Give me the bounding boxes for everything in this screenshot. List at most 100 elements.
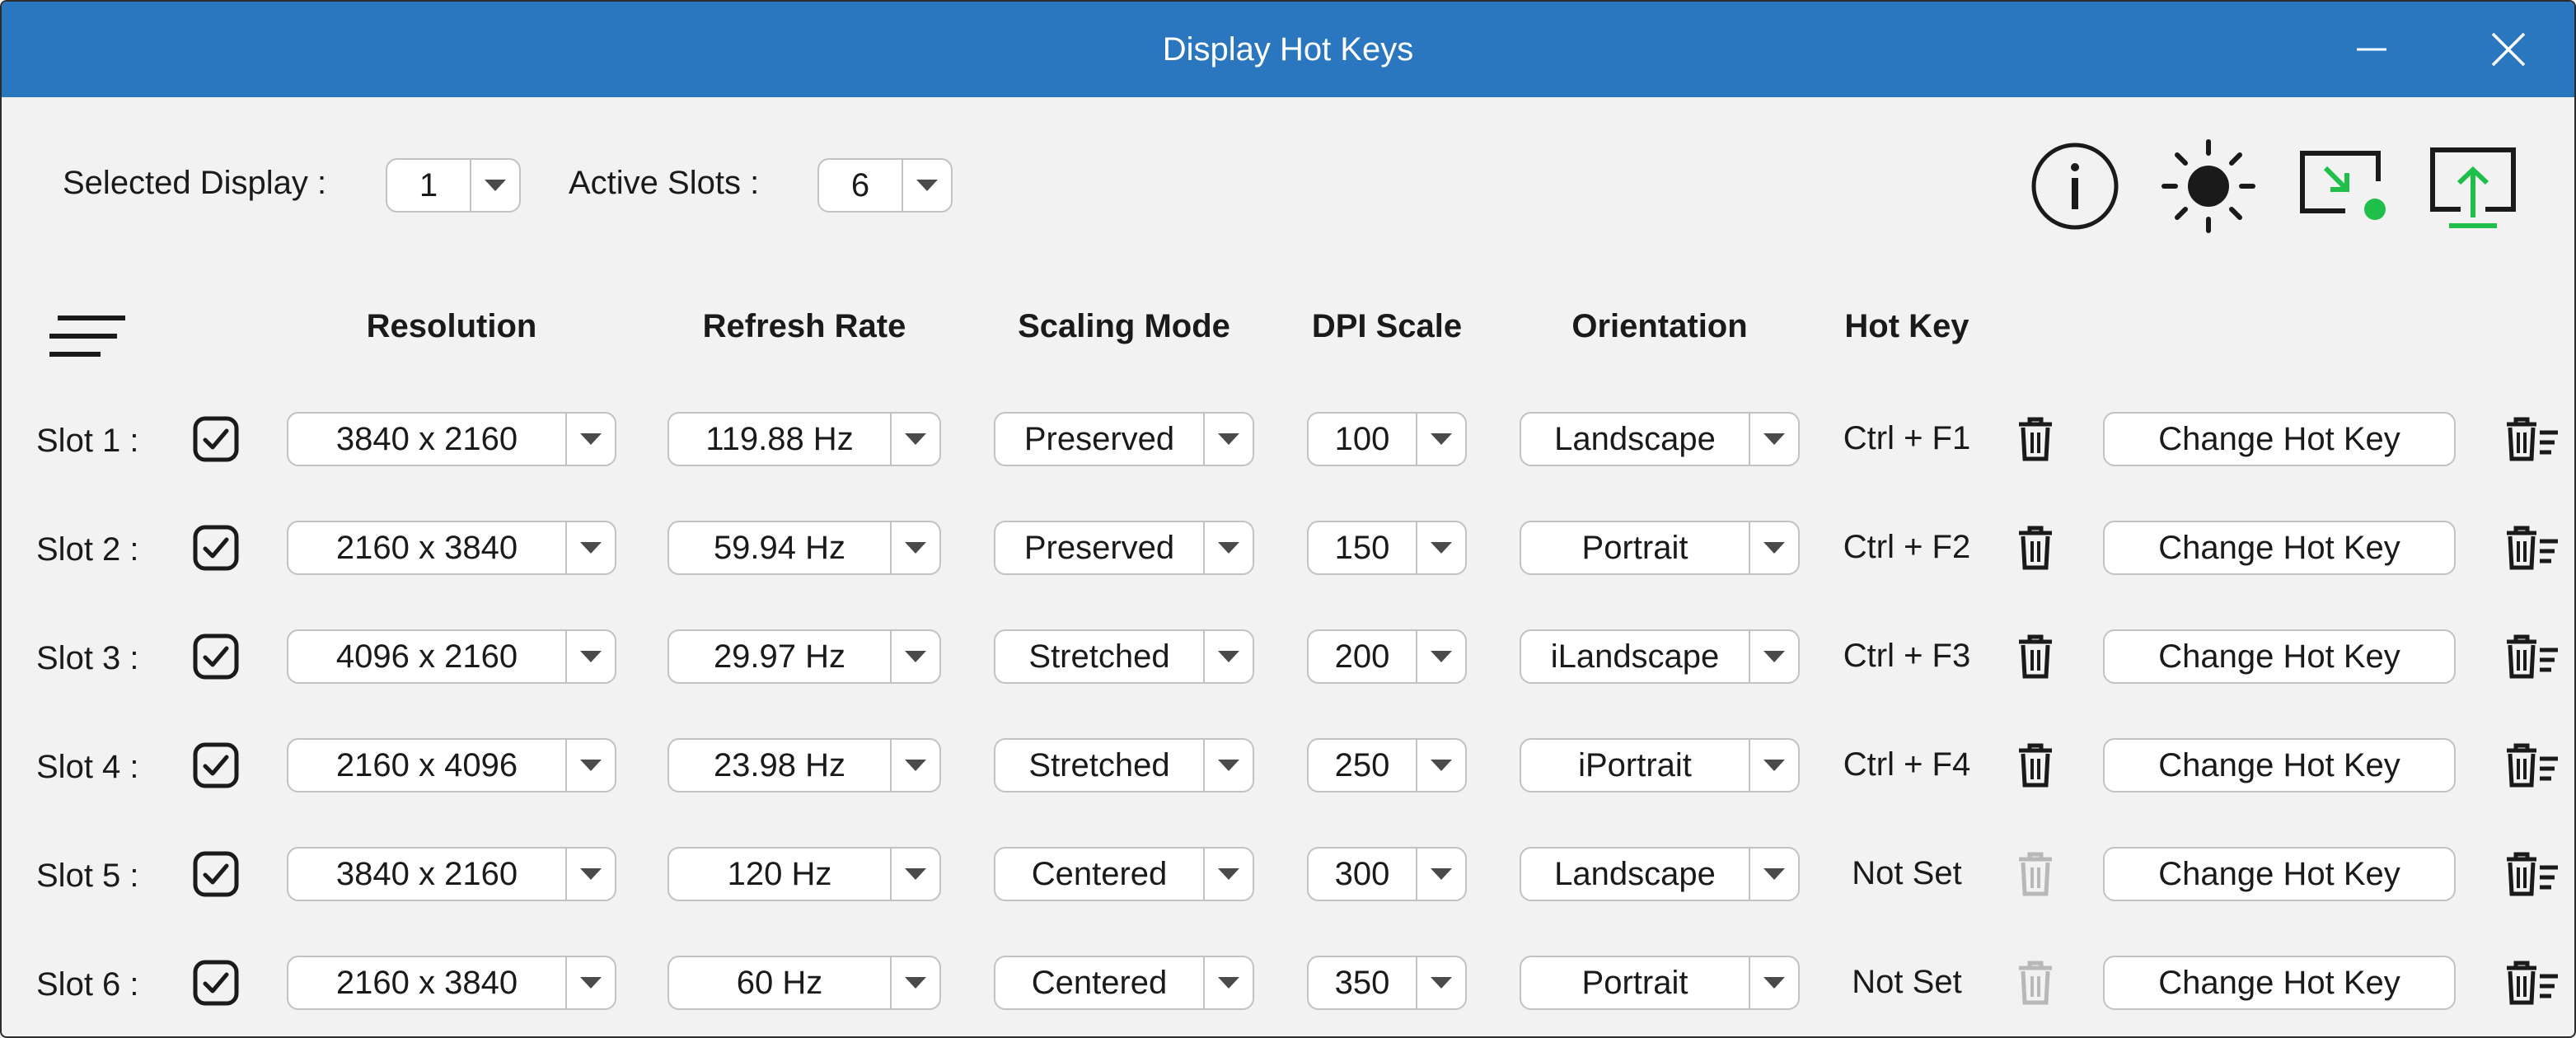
menu-icon[interactable] [46, 313, 129, 362]
chevron-down-icon[interactable] [890, 740, 939, 791]
minimize-button[interactable] [2342, 20, 2401, 79]
orientation-select[interactable]: iPortrait [1520, 738, 1800, 793]
slot-enabled-checkbox[interactable] [193, 525, 239, 571]
orientation-select[interactable]: iLandscape [1520, 629, 1800, 684]
clear-slot-icon[interactable] [2505, 742, 2560, 788]
info-icon[interactable] [2030, 142, 2119, 231]
chevron-down-icon[interactable] [1416, 522, 1465, 573]
chevron-down-icon[interactable] [1749, 414, 1798, 465]
scaling-mode-select-value: Centered [1031, 964, 1168, 1001]
refresh-rate-select[interactable]: 23.98 Hz [667, 738, 941, 793]
refresh-rate-select-value: 59.94 Hz [713, 529, 846, 566]
orientation-select[interactable]: Landscape [1520, 412, 1800, 466]
chevron-down-icon[interactable] [1749, 957, 1798, 1008]
change-hot-key-button[interactable]: Change Hot Key [2103, 412, 2456, 466]
chevron-down-icon[interactable] [1203, 957, 1253, 1008]
orientation-select[interactable]: Portrait [1520, 956, 1800, 1010]
chevron-down-icon[interactable] [1203, 849, 1253, 900]
resolution-select[interactable]: 2160 x 4096 [287, 738, 616, 793]
clear-hot-key-icon[interactable] [2016, 525, 2055, 571]
chevron-down-icon[interactable] [1416, 740, 1465, 791]
clear-slot-icon[interactable] [2505, 960, 2560, 1006]
change-hot-key-button[interactable]: Change Hot Key [2103, 847, 2456, 901]
resolution-select-value: 2160 x 3840 [335, 964, 518, 1001]
display-export-icon[interactable] [2428, 145, 2518, 231]
clear-slot-icon[interactable] [2505, 525, 2560, 571]
chevron-down-icon[interactable] [565, 849, 615, 900]
chevron-down-icon[interactable] [1416, 631, 1465, 682]
scaling-mode-select[interactable]: Stretched [994, 629, 1254, 684]
chevron-down-icon[interactable] [565, 740, 615, 791]
chevron-down-icon[interactable] [565, 631, 615, 682]
scaling-mode-select[interactable]: Preserved [994, 521, 1254, 575]
refresh-rate-select[interactable]: 120 Hz [667, 847, 941, 901]
chevron-down-icon[interactable] [565, 522, 615, 573]
clear-hot-key-icon[interactable] [2016, 742, 2055, 788]
change-hot-key-button[interactable]: Change Hot Key [2103, 521, 2456, 575]
chevron-down-icon[interactable] [890, 414, 939, 465]
chevron-down-icon[interactable] [565, 414, 615, 465]
chevron-down-icon[interactable] [890, 522, 939, 573]
scaling-mode-select[interactable]: Centered [994, 956, 1254, 1010]
dpi-scale-select[interactable]: 150 [1307, 521, 1467, 575]
close-button[interactable] [2479, 20, 2538, 79]
slot-enabled-checkbox[interactable] [193, 634, 239, 680]
brightness-icon[interactable] [2161, 138, 2256, 234]
orientation-select[interactable]: Landscape [1520, 847, 1800, 901]
display-apply-icon[interactable] [2296, 147, 2388, 226]
chevron-down-icon[interactable] [890, 957, 939, 1008]
chevron-down-icon[interactable] [1203, 631, 1253, 682]
slot-enabled-checkbox[interactable] [193, 960, 239, 1006]
dpi-scale-select[interactable]: 250 [1307, 738, 1467, 793]
resolution-select[interactable]: 4096 x 2160 [287, 629, 616, 684]
scaling-mode-select[interactable]: Centered [994, 847, 1254, 901]
refresh-rate-select[interactable]: 119.88 Hz [667, 412, 941, 466]
orientation-select[interactable]: Portrait [1520, 521, 1800, 575]
chevron-down-icon[interactable] [1203, 522, 1253, 573]
chevron-down-icon[interactable] [1749, 631, 1798, 682]
chevron-down-icon[interactable] [1749, 849, 1798, 900]
chevron-down-icon[interactable] [902, 160, 951, 211]
scaling-mode-select[interactable]: Preserved [994, 412, 1254, 466]
chevron-down-icon[interactable] [1203, 740, 1253, 791]
refresh-rate-select[interactable]: 59.94 Hz [667, 521, 941, 575]
dpi-scale-select-value: 100 [1334, 420, 1390, 457]
dpi-scale-select[interactable]: 350 [1307, 956, 1467, 1010]
dpi-scale-select[interactable]: 100 [1307, 412, 1467, 466]
chevron-down-icon[interactable] [470, 160, 519, 211]
scaling-mode-select-value: Stretched [1028, 638, 1170, 675]
change-hot-key-button[interactable]: Change Hot Key [2103, 629, 2456, 684]
slot-enabled-checkbox[interactable] [193, 416, 239, 462]
refresh-rate-select[interactable]: 29.97 Hz [667, 629, 941, 684]
resolution-select[interactable]: 3840 x 2160 [287, 412, 616, 466]
dpi-scale-select[interactable]: 200 [1307, 629, 1467, 684]
clear-slot-icon[interactable] [2505, 416, 2560, 462]
resolution-select[interactable]: 3840 x 2160 [287, 847, 616, 901]
chevron-down-icon[interactable] [1416, 957, 1465, 1008]
dpi-scale-select[interactable]: 300 [1307, 847, 1467, 901]
change-hot-key-button[interactable]: Change Hot Key [2103, 738, 2456, 793]
slot-enabled-checkbox[interactable] [193, 742, 239, 788]
chevron-down-icon[interactable] [890, 631, 939, 682]
resolution-select[interactable]: 2160 x 3840 [287, 521, 616, 575]
slot-label: Slot 6 : [36, 966, 139, 1003]
clear-slot-icon[interactable] [2505, 851, 2560, 897]
refresh-rate-select-value: 120 Hz [727, 855, 832, 892]
clear-slot-icon[interactable] [2505, 634, 2560, 680]
selected-display-select[interactable]: 1 [386, 158, 521, 213]
chevron-down-icon[interactable] [1203, 414, 1253, 465]
active-slots-select[interactable]: 6 [817, 158, 953, 213]
clear-hot-key-icon[interactable] [2016, 416, 2055, 462]
resolution-select[interactable]: 2160 x 3840 [287, 956, 616, 1010]
refresh-rate-select[interactable]: 60 Hz [667, 956, 941, 1010]
chevron-down-icon[interactable] [890, 849, 939, 900]
clear-hot-key-icon[interactable] [2016, 634, 2055, 680]
slot-enabled-checkbox[interactable] [193, 851, 239, 897]
chevron-down-icon[interactable] [565, 957, 615, 1008]
chevron-down-icon[interactable] [1749, 522, 1798, 573]
change-hot-key-button[interactable]: Change Hot Key [2103, 956, 2456, 1010]
chevron-down-icon[interactable] [1416, 849, 1465, 900]
scaling-mode-select[interactable]: Stretched [994, 738, 1254, 793]
chevron-down-icon[interactable] [1416, 414, 1465, 465]
chevron-down-icon[interactable] [1749, 740, 1798, 791]
